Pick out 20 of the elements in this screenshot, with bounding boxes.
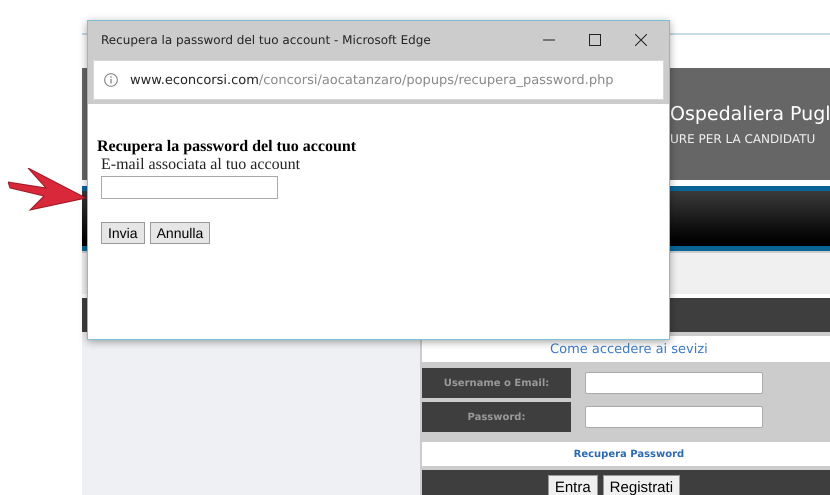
address-text: www.econcorsi.com/concorsi/aocatanzaro/popups/recupera_password.php [130,72,614,88]
close-icon[interactable] [635,34,647,46]
form-heading: Recupera la password del tuo account [97,138,356,156]
field-label: Password: [422,402,571,432]
maximize-icon[interactable] [589,34,601,46]
input-field[interactable] [585,406,763,428]
form-button[interactable]: Registrati [602,475,680,495]
field-label: Username o Email: [422,368,571,398]
window-title: Recupera la password del tuo account - Microsoft Edge [101,32,432,46]
banner-title: Ospedaliera Pugli [670,102,830,126]
address-bar[interactable]: www.econcorsi.com/concorsi/aocatanzaro/popups/recupera_password.php [93,60,664,100]
recover-password-link[interactable]: Recupera Password [574,448,684,460]
email-field[interactable] [101,176,278,199]
banner-subtitle: URE PER LA CANDIDATU [670,132,816,146]
info-icon[interactable] [104,73,118,87]
form-button[interactable]: Annulla [150,222,210,244]
email-label: E-mail associata al tuo account [101,156,300,174]
form-button[interactable]: Invia [101,222,145,244]
form-button[interactable]: Entra [548,475,598,495]
input-field[interactable] [585,372,763,394]
